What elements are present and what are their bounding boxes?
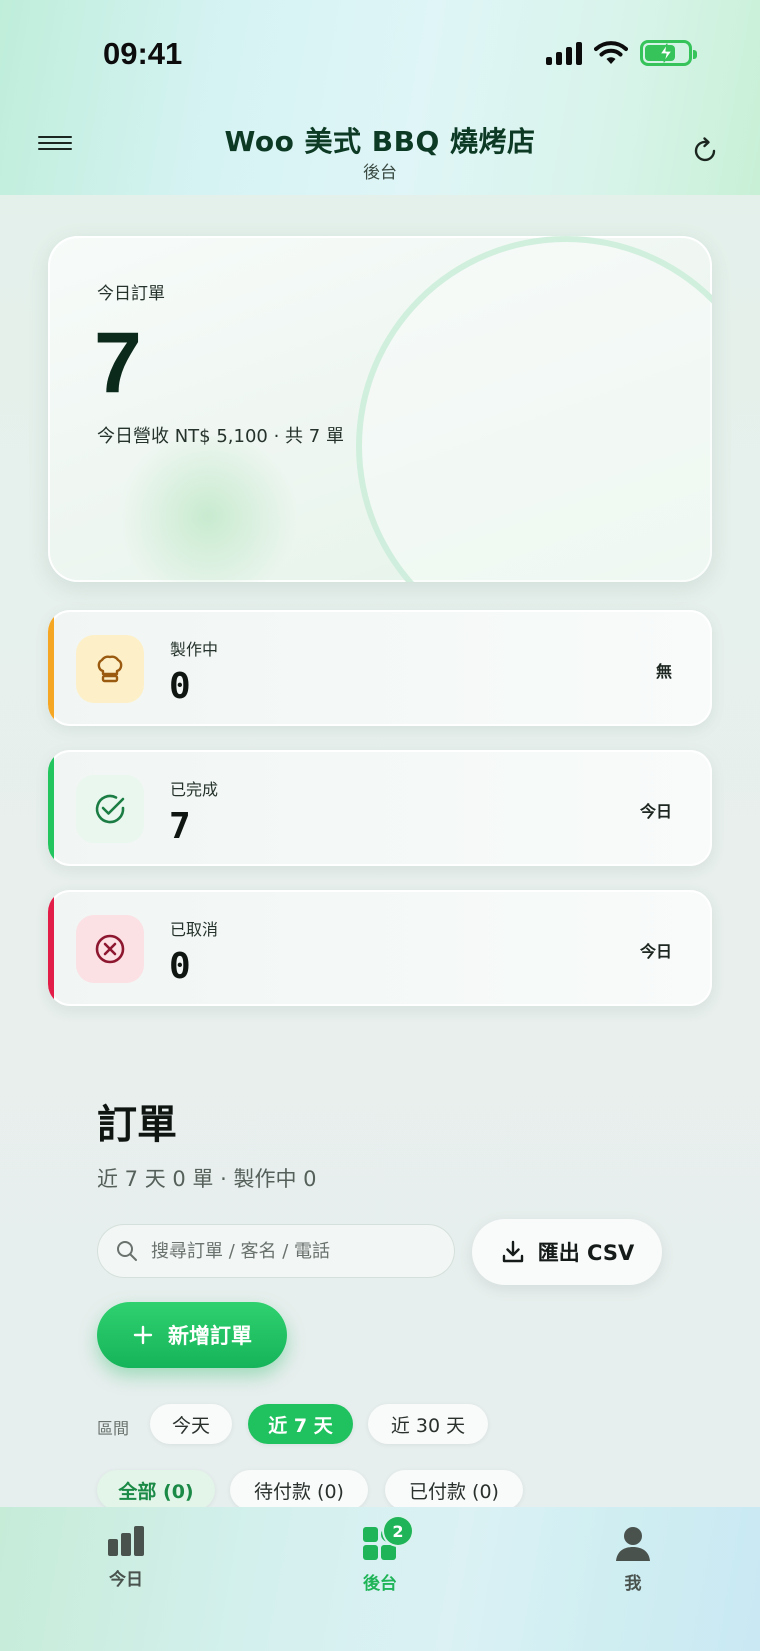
orders-title: 訂單 [97, 1102, 177, 1148]
status-time: 09:41 [103, 36, 183, 71]
today-orders-card: 今日訂單 7 今日營收 NT$ 5,100 · 共 7 單 [48, 236, 712, 582]
today-orders-label: 今日訂單 [97, 284, 165, 304]
search-field[interactable] [97, 1224, 455, 1278]
stat-tag: 今日 [639, 942, 672, 961]
today-orders-value: 7 [94, 315, 142, 411]
stat-value: 7 [169, 806, 191, 847]
page-title: Woo 美式 BBQ 燒烤店 [224, 125, 536, 158]
bar-chart-icon [108, 1526, 144, 1556]
card-decoration [356, 236, 712, 582]
cellular-signal-icon [546, 41, 582, 65]
stat-tag: 今日 [639, 802, 672, 821]
top-bar: 09:41 Woo 美式 BBQ 燒烤店 後台 [0, 0, 760, 195]
accent-bar [48, 890, 54, 1006]
filter-pending-payment[interactable]: 待付款 (0) [230, 1470, 368, 1510]
tab-backstage[interactable]: 2 後台 [320, 1517, 440, 1594]
range-30-days[interactable]: 近 30 天 [368, 1404, 488, 1444]
tab-label: 我 [624, 1574, 642, 1594]
accent-bar [48, 750, 54, 866]
x-circle-icon [76, 915, 144, 983]
stat-tag: 無 [655, 662, 672, 681]
tab-me[interactable]: 我 [573, 1525, 693, 1594]
today-revenue-summary: 今日營收 NT$ 5,100 · 共 7 單 [97, 426, 344, 447]
notification-badge: 2 [384, 1517, 412, 1545]
search-input[interactable] [151, 1240, 431, 1262]
stat-card-in-progress[interactable]: 製作中 0 無 [48, 610, 712, 726]
orders-subtitle: 近 7 天 0 單 · 製作中 0 [97, 1167, 317, 1191]
battery-charging-icon [640, 40, 697, 66]
new-order-label: 新增訂單 [168, 1324, 252, 1348]
stat-label: 已取消 [170, 920, 219, 939]
card-glow [108, 436, 308, 582]
accent-bar [48, 610, 54, 726]
tab-label: 今日 [109, 1570, 143, 1590]
stat-card-cancelled[interactable]: 已取消 0 今日 [48, 890, 712, 1006]
stat-value: 0 [169, 946, 191, 987]
export-csv-label: 匯出 CSV [537, 1241, 635, 1265]
range-7-days[interactable]: 近 7 天 [248, 1404, 353, 1444]
download-icon [502, 1240, 523, 1263]
range-label: 區間 [97, 1419, 130, 1438]
user-icon [616, 1527, 650, 1561]
search-icon [117, 1241, 137, 1261]
check-circle-icon [76, 775, 144, 843]
bottom-tab-bar: 今日 2 後台 我 [0, 1507, 760, 1651]
range-today[interactable]: 今天 [150, 1404, 232, 1444]
status-icons [546, 40, 697, 66]
page-subtitle: 後台 [363, 163, 397, 183]
stat-label: 製作中 [170, 640, 219, 659]
refresh-icon[interactable] [690, 136, 720, 166]
tab-today[interactable]: 今日 [66, 1525, 186, 1590]
stat-card-completed[interactable]: 已完成 7 今日 [48, 750, 712, 866]
stat-value: 0 [169, 666, 191, 707]
filter-all[interactable]: 全部 (0) [97, 1470, 215, 1510]
filter-paid[interactable]: 已付款 (0) [385, 1470, 523, 1510]
wifi-icon [594, 41, 628, 64]
export-csv-button[interactable]: 匯出 CSV [472, 1219, 662, 1285]
plus-icon [133, 1325, 153, 1345]
tab-label: 後台 [363, 1574, 397, 1594]
chef-hat-icon [76, 635, 144, 703]
new-order-button[interactable]: 新增訂單 [97, 1302, 287, 1368]
stat-label: 已完成 [170, 780, 219, 799]
